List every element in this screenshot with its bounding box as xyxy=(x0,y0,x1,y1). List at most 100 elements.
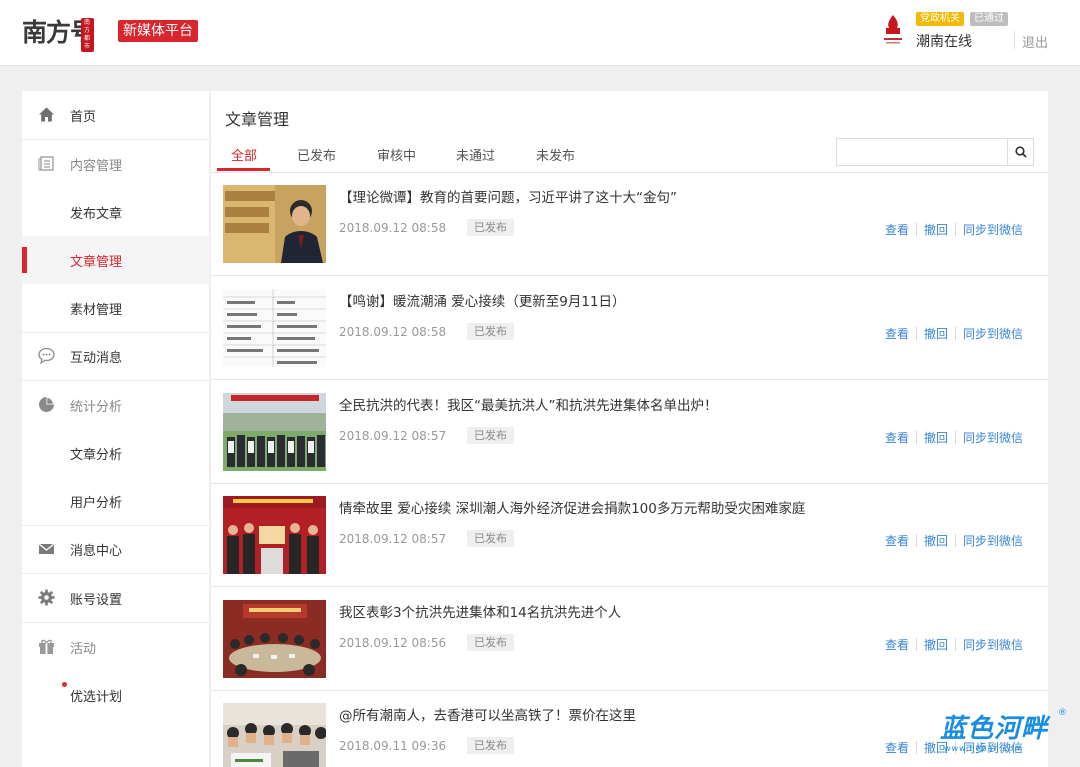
row-actions: 查看 撤回 同步到微信 xyxy=(885,221,1023,238)
sidebar-item-label: 互动消息 xyxy=(70,351,123,366)
article-thumbnail[interactable] xyxy=(223,703,326,767)
sidebar-item-article-analysis[interactable]: 文章分析 xyxy=(22,429,209,477)
tab-unpublished[interactable]: 未发布 xyxy=(536,145,575,171)
pie-chart-icon xyxy=(38,396,55,413)
sidebar-item-article-management[interactable]: 文章管理 xyxy=(22,236,209,284)
watermark-text: 蓝色河畔 xyxy=(940,714,1049,744)
sidebar-item-label: 发布文章 xyxy=(70,207,123,222)
article-thumbnail[interactable] xyxy=(223,393,326,471)
view-link[interactable]: 查看 xyxy=(885,739,909,756)
view-link[interactable]: 查看 xyxy=(885,221,909,238)
article-thumbnail[interactable] xyxy=(223,600,326,678)
status-badge: 已发布 xyxy=(467,219,514,236)
article-thumbnail[interactable] xyxy=(223,185,326,263)
article-title[interactable]: 【鸣谢】暖流潮涌 爱心接续（更新至9月11日） xyxy=(339,290,626,310)
revoke-link[interactable]: 撤回 xyxy=(924,429,948,446)
registered-mark: ® xyxy=(1058,708,1067,718)
article-title[interactable]: @所有潮南人，去香港可以坐高铁了！票价在这里 xyxy=(339,704,636,724)
logout-link[interactable]: 退出 xyxy=(1022,32,1048,51)
sidebar-item-label: 统计分析 xyxy=(70,400,123,415)
sync-wechat-link[interactable]: 同步到微信 xyxy=(963,532,1023,549)
sidebar-item-label: 消息中心 xyxy=(70,544,123,559)
sidebar-item-selection-plan[interactable]: 优选计划 xyxy=(22,671,209,719)
sidebar-group-activity[interactable]: 活动 xyxy=(22,623,209,671)
status-badge: 已发布 xyxy=(467,530,514,547)
gift-icon xyxy=(38,638,55,655)
article-thumbnail[interactable] xyxy=(223,289,326,367)
sync-wechat-link[interactable]: 同步到微信 xyxy=(963,636,1023,653)
article-date: 2018.09.12 08:57 xyxy=(339,532,447,546)
divider xyxy=(954,327,956,340)
status-badge: 已发布 xyxy=(467,323,514,340)
sidebar-item-home[interactable]: 首页 xyxy=(22,91,209,139)
divider xyxy=(915,534,917,547)
table-row: 【理论微谭】教育的首要问题，习近平讲了这十大“金句” 2018.09.12 08… xyxy=(211,173,1048,276)
tab-published[interactable]: 已发布 xyxy=(297,145,336,171)
sidebar-item-interaction[interactable]: 互动消息 xyxy=(22,332,209,380)
divider xyxy=(915,431,917,444)
top-header: 南方号 南方都市 新媒体平台 党政机关 已通过 潮南在线 退出 xyxy=(0,0,1080,66)
sync-wechat-link[interactable]: 同步到微信 xyxy=(963,221,1023,238)
sync-wechat-link[interactable]: 同步到微信 xyxy=(963,325,1023,342)
article-date: 2018.09.12 08:57 xyxy=(339,429,447,443)
revoke-link[interactable]: 撤回 xyxy=(924,532,948,549)
view-link[interactable]: 查看 xyxy=(885,429,909,446)
sidebar-item-account-settings[interactable]: 账号设置 xyxy=(22,574,209,622)
platform-badge: 新媒体平台 xyxy=(118,20,198,42)
sidebar-item-label: 首页 xyxy=(70,110,97,125)
mail-icon xyxy=(38,540,55,557)
watermark-url: www.hepan.com xyxy=(944,744,1024,753)
view-link[interactable]: 查看 xyxy=(885,636,909,653)
search-button[interactable] xyxy=(1007,139,1034,165)
main-panel: 文章管理 全部 已发布 审核中 未通过 未发布 【理论微谭】教育的首要问题，习近… xyxy=(211,91,1048,767)
view-link[interactable]: 查看 xyxy=(885,325,909,342)
article-title[interactable]: 【理论微谭】教育的首要问题，习近平讲了这十大“金句” xyxy=(339,186,677,206)
content-icon xyxy=(38,155,55,172)
user-name[interactable]: 潮南在线 xyxy=(916,31,972,51)
article-thumbnail[interactable] xyxy=(223,496,326,574)
search-box xyxy=(836,138,1034,166)
gear-icon xyxy=(38,589,55,606)
divider xyxy=(954,431,956,444)
sidebar-item-user-analysis[interactable]: 用户分析 xyxy=(22,477,209,525)
article-title[interactable]: 我区表彰3个抗洪先进集体和14名抗洪先进个人 xyxy=(339,601,621,621)
article-date: 2018.09.12 08:58 xyxy=(339,221,447,235)
revoke-link[interactable]: 撤回 xyxy=(924,636,948,653)
divider xyxy=(915,327,917,340)
sidebar: 首页 内容管理 发布文章 文章管理 素材管理 互动消息 统计分析 文章分析 用户… xyxy=(22,91,209,767)
tab-rejected[interactable]: 未通过 xyxy=(456,145,495,171)
article-title[interactable]: 全民抗洪的代表！我区“最美抗洪人”和抗洪先进集体名单出炉！ xyxy=(339,394,718,414)
chat-icon xyxy=(38,347,55,365)
sidebar-group-content[interactable]: 内容管理 xyxy=(22,140,209,188)
tab-reviewing[interactable]: 审核中 xyxy=(377,145,416,171)
sidebar-group-statistics[interactable]: 统计分析 xyxy=(22,381,209,429)
table-row: 【鸣谢】暖流潮涌 爱心接续（更新至9月11日） 2018.09.12 08:58… xyxy=(211,277,1048,380)
logo-mark: 南方都市 xyxy=(81,18,95,52)
article-date: 2018.09.12 08:58 xyxy=(339,325,447,339)
sidebar-item-publish-article[interactable]: 发布文章 xyxy=(22,188,209,236)
avatar[interactable] xyxy=(880,12,906,46)
sync-wechat-link[interactable]: 同步到微信 xyxy=(963,429,1023,446)
sidebar-item-label: 账号设置 xyxy=(70,593,123,608)
status-badge: 已发布 xyxy=(467,737,514,754)
logo[interactable]: 南方号 南方都市 xyxy=(22,15,95,52)
divider xyxy=(954,223,956,236)
new-dot xyxy=(62,682,67,687)
sidebar-item-label: 用户分析 xyxy=(70,496,123,511)
divider xyxy=(1014,31,1015,49)
status-badge: 已发布 xyxy=(467,427,514,444)
table-row: 情牵故里 爱心接续 深圳潮人海外经济促进会捐款100多万元帮助受灾困难家庭 20… xyxy=(211,484,1048,587)
revoke-link[interactable]: 撤回 xyxy=(924,325,948,342)
sidebar-item-message-center[interactable]: 消息中心 xyxy=(22,525,209,573)
article-title[interactable]: 情牵故里 爱心接续 深圳潮人海外经济促进会捐款100多万元帮助受灾困难家庭 xyxy=(339,497,805,517)
revoke-link[interactable]: 撤回 xyxy=(924,221,948,238)
status-badge: 已发布 xyxy=(467,634,514,651)
row-actions: 查看 撤回 同步到微信 xyxy=(885,532,1023,549)
table-row: 全民抗洪的代表！我区“最美抗洪人”和抗洪先进集体名单出炉！ 2018.09.12… xyxy=(211,381,1048,484)
article-date: 2018.09.11 09:36 xyxy=(339,739,447,753)
watermark: 蓝色河畔 ® www.hepan.com xyxy=(940,708,1070,758)
search-input[interactable] xyxy=(837,139,1007,165)
view-link[interactable]: 查看 xyxy=(885,532,909,549)
row-actions: 查看 撤回 同步到微信 xyxy=(885,636,1023,653)
sidebar-item-material-management[interactable]: 素材管理 xyxy=(22,284,209,332)
